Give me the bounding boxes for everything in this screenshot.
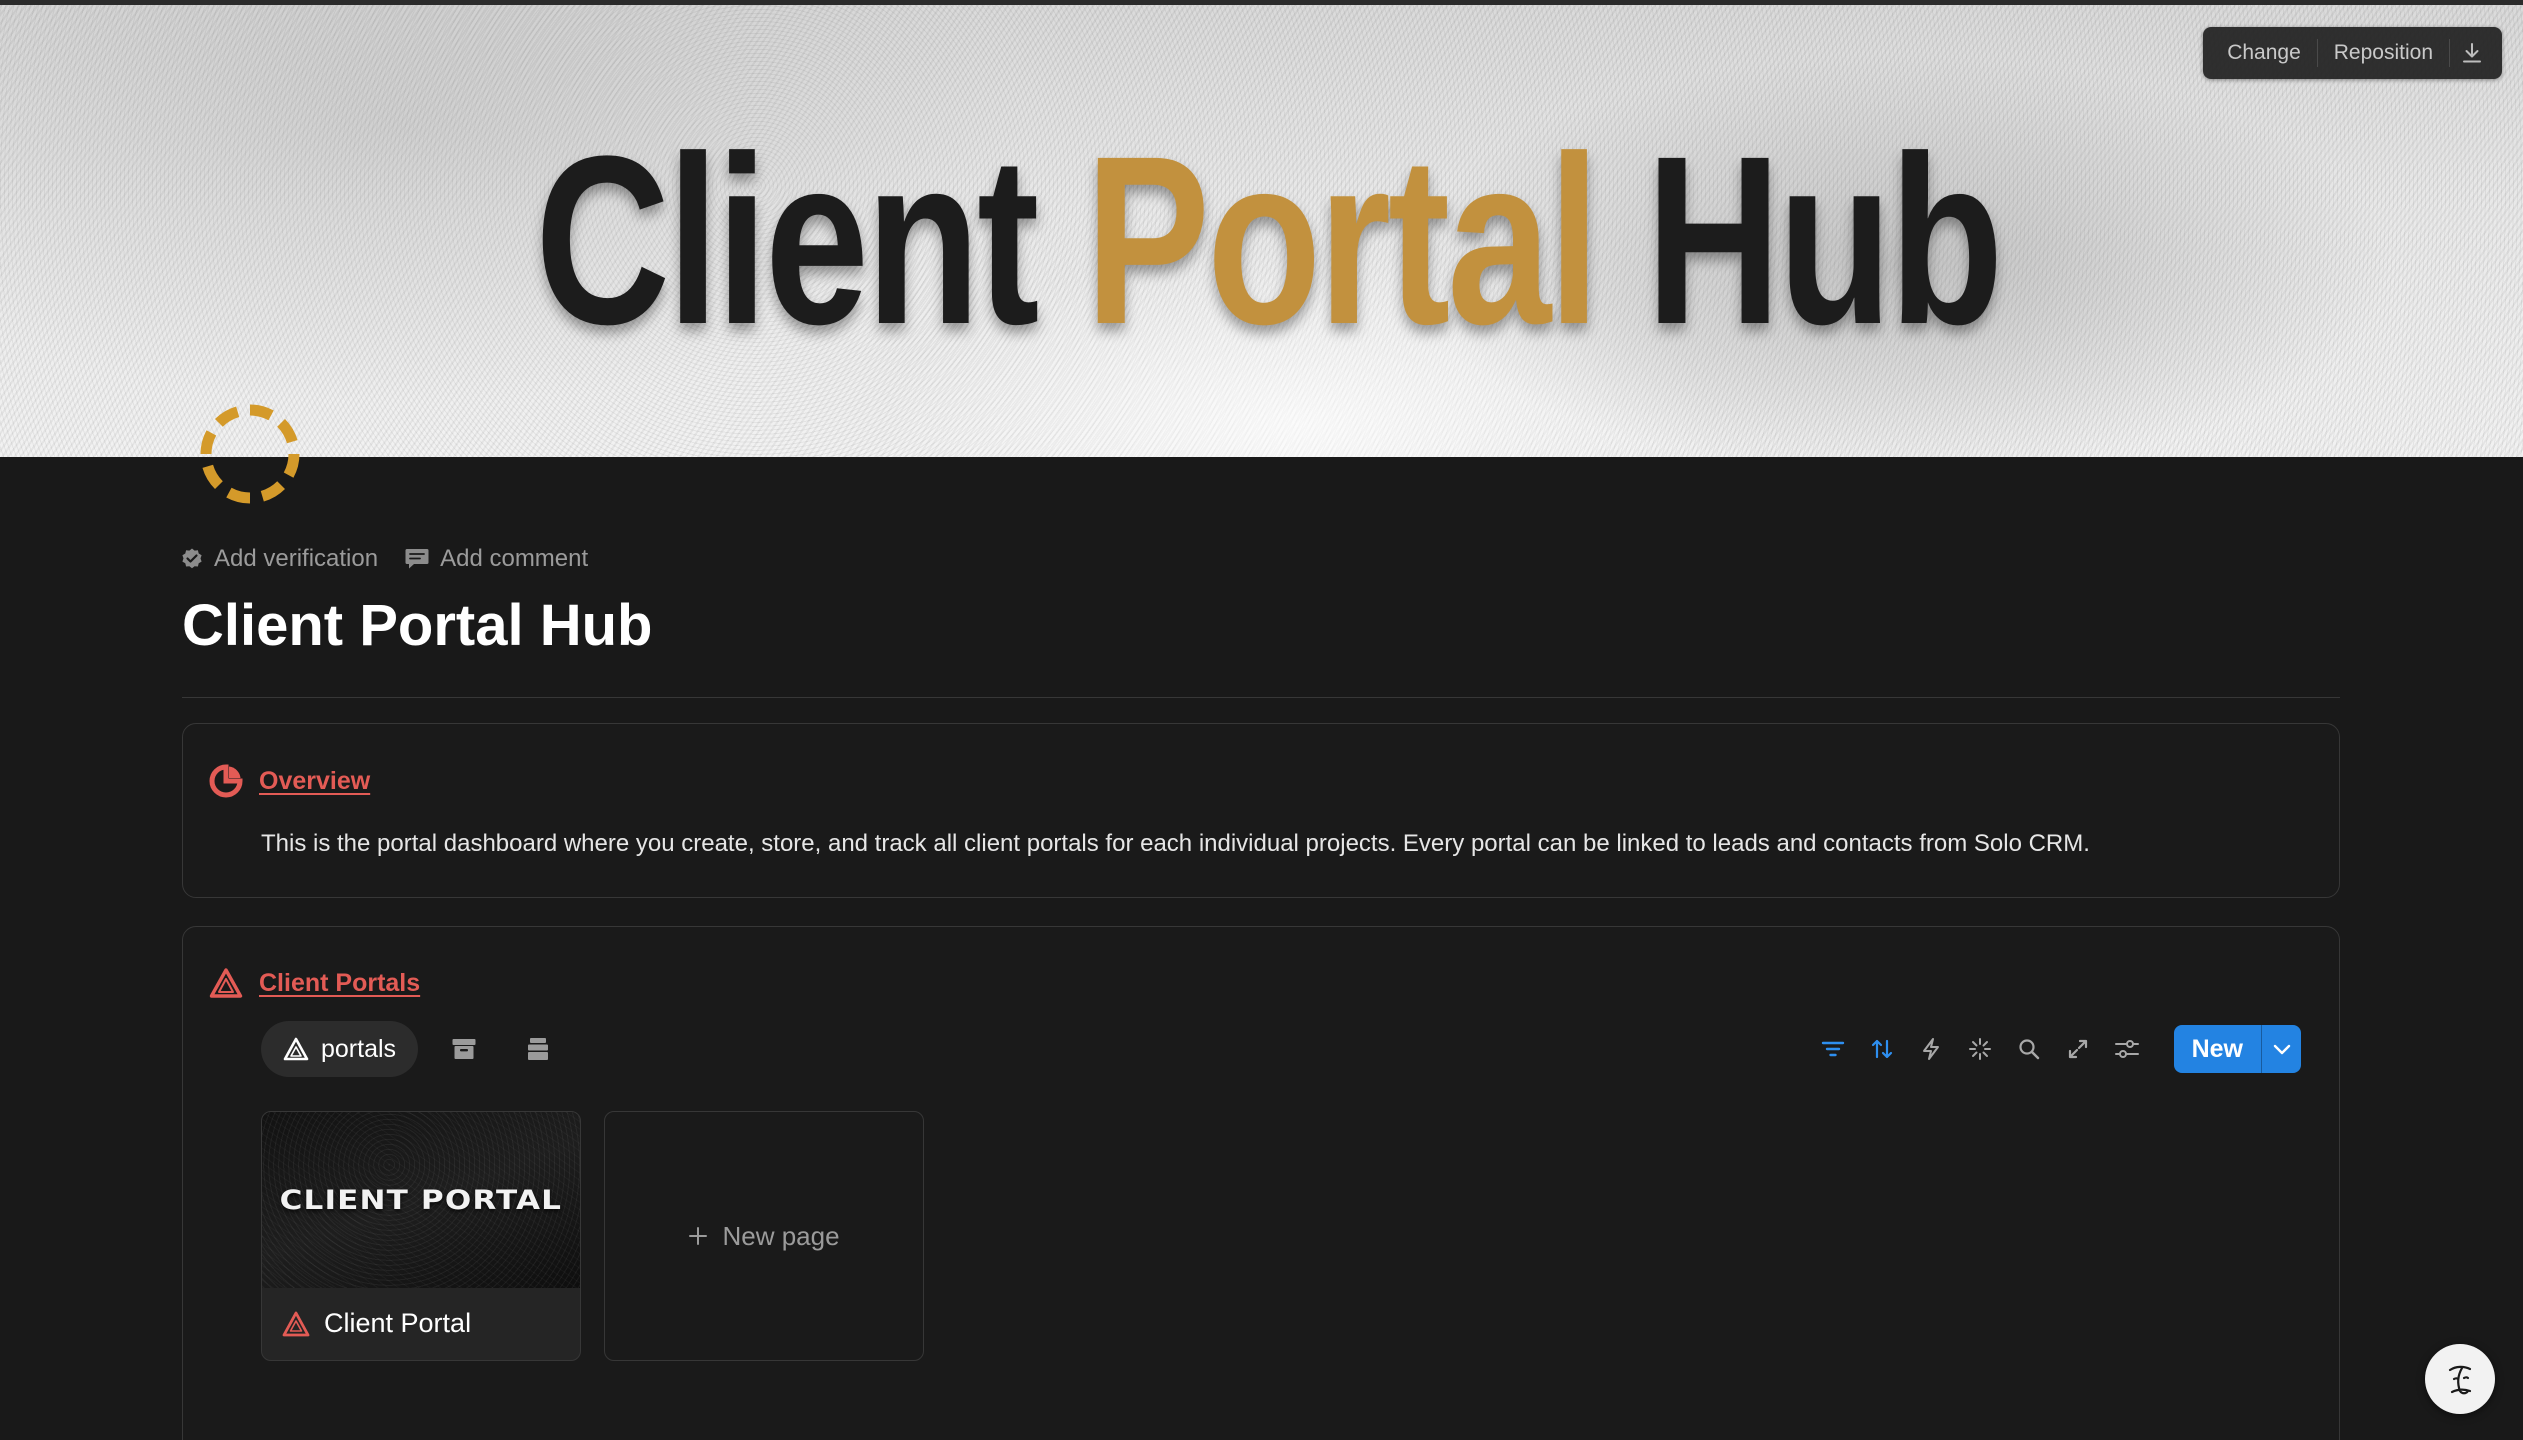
cover-title-word-client: Client [535,106,1039,374]
client-portals-callout: Client Portals portals New CLIENT PORTAL… [182,926,2340,1440]
reposition-cover-button[interactable]: Reposition [2318,27,2449,79]
filter-icon [1821,1041,1844,1057]
expand-button[interactable] [2060,1031,2096,1067]
sparkle-icon [1968,1038,1991,1060]
page-title[interactable]: Client Portal Hub [182,588,652,664]
overview-link[interactable]: Overview [259,767,370,796]
add-verification-button[interactable]: Add verification [180,545,378,573]
ai-button[interactable] [1962,1031,1998,1067]
new-options-button[interactable] [2261,1025,2301,1073]
overview-header: Overview [209,764,370,798]
verified-badge-icon [182,548,202,569]
gallery-card[interactable]: CLIENT PORTAL Client Portal [261,1111,581,1361]
gallery-card-cover: CLIENT PORTAL [262,1112,580,1288]
chevron-down-icon [2273,1044,2290,1055]
database-toolbar: New [1815,1025,2301,1073]
new-page-card[interactable]: New page [604,1111,924,1361]
pie-chart-icon [209,764,243,798]
add-comment-button[interactable]: Add comment [404,545,588,573]
add-verification-label: Add verification [214,545,379,572]
stack-icon [528,1038,549,1060]
view-tab-archive[interactable] [436,1021,492,1077]
page-cover: Client Portal Hub Change Reposition [0,0,2523,457]
triangle-icon [283,1037,309,1061]
expand-icon [2068,1039,2087,1059]
page-icon[interactable] [196,400,304,508]
search-icon [2018,1039,2039,1060]
sort-button[interactable] [1864,1031,1900,1067]
triangle-warning-icon [282,1311,310,1336]
lightning-icon [1922,1038,1939,1060]
page-meta-actions: Add verification Add comment [180,542,588,576]
search-button[interactable] [2011,1031,2047,1067]
new-page-label: New page [722,1220,840,1251]
view-settings-button[interactable] [2109,1031,2145,1067]
view-tab-label: portals [321,1034,397,1063]
notion-face-icon [2448,1365,2472,1395]
gallery-card-title: Client Portal [282,1308,471,1339]
database-views: portals [261,1021,566,1077]
dashed-circle-icon [200,404,300,504]
client-portals-link[interactable]: Client Portals [259,969,420,998]
triangle-warning-icon [209,968,243,998]
download-icon [2463,43,2481,63]
cover-title-word-portal: Portal [1085,106,1600,374]
gallery-card-title-text: Client Portal [324,1308,472,1338]
settings-sliders-icon [2114,1040,2139,1058]
overview-callout: Overview This is the portal dashboard wh… [182,723,2340,898]
comment-icon [405,549,429,569]
view-tab-stack[interactable] [510,1021,566,1077]
view-tab-portals[interactable]: portals [261,1021,419,1077]
download-cover-button[interactable] [2450,27,2494,79]
client-portals-header: Client Portals [209,967,420,999]
filter-button[interactable] [1815,1031,1851,1067]
sort-icon [1871,1039,1892,1059]
overview-description: This is the portal dashboard where you c… [261,830,2090,857]
cover-title-word-hub: Hub [1645,106,2004,374]
archive-box-icon [452,1039,476,1059]
new-button[interactable]: New [2173,1025,2261,1073]
add-comment-label: Add comment [440,545,589,572]
new-button-group: New [2173,1025,2301,1073]
cover-toolbar: Change Reposition [2203,27,2502,79]
automation-button[interactable] [1913,1031,1949,1067]
cover-title: Client Portal Hub [284,120,2252,360]
divider [182,697,2340,698]
plus-icon [689,1227,708,1245]
gallery-card-cover-text: CLIENT PORTAL [279,1184,563,1216]
help-button[interactable] [2425,1344,2495,1414]
change-cover-button[interactable]: Change [2211,27,2317,79]
